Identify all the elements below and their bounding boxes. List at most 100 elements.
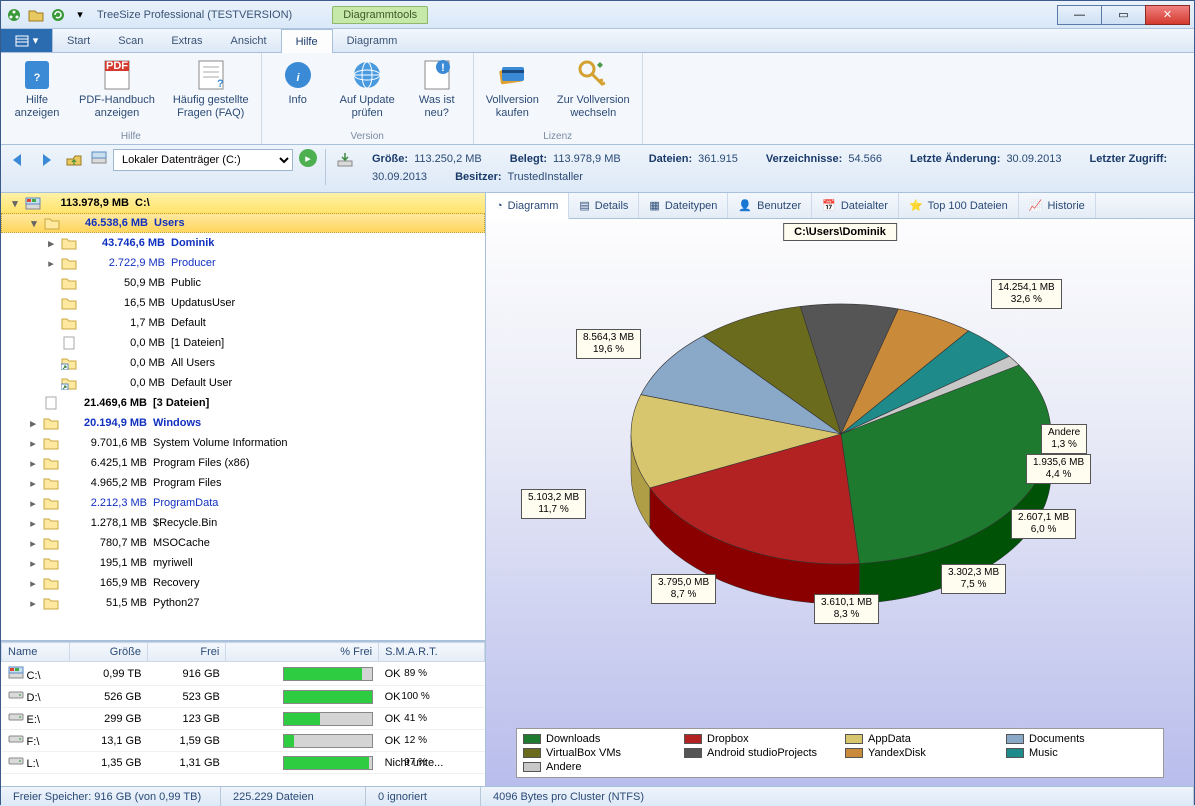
expand-icon[interactable]: ▸ <box>45 237 57 250</box>
hilfe-anzeigen-button[interactable]: ?Hilfeanzeigen <box>9 57 65 130</box>
legend-item[interactable]: Andere <box>523 761 674 773</box>
auf-update-button[interactable]: Auf Updateprüfen <box>336 57 399 130</box>
legend-item[interactable]: Dropbox <box>684 733 835 745</box>
qat-refresh-icon[interactable] <box>49 6 67 24</box>
drive-row[interactable]: E:\299 GB123 GB41 %OK <box>2 708 485 730</box>
legend-swatch <box>1006 734 1024 744</box>
back-button[interactable] <box>7 149 29 171</box>
was-ist-neu-button[interactable]: !Was istneu? <box>409 57 465 130</box>
tree-row[interactable]: ▸1.278,1 MB$Recycle.Bin <box>1 513 485 533</box>
legend-item[interactable]: Music <box>1006 747 1157 759</box>
pdf-handbuch-button[interactable]: PDFPDF-Handbuchanzeigen <box>75 57 159 130</box>
tree-row[interactable]: ▸9.701,6 MBSystem Volume Information <box>1 433 485 453</box>
drives-header[interactable]: S.M.A.R.T. <box>379 643 485 662</box>
legend-item[interactable]: AppData <box>845 733 996 745</box>
tree-row[interactable]: ▸4.965,2 MBProgram Files <box>1 473 485 493</box>
maximize-button[interactable]: ▭ <box>1101 5 1146 25</box>
tree-row[interactable]: ▸43.746,6 MBDominik <box>1 233 485 253</box>
legend-item[interactable]: Downloads <box>523 733 674 745</box>
expand-icon[interactable]: ▸ <box>27 417 39 430</box>
forward-button[interactable] <box>35 149 57 171</box>
expand-icon[interactable]: ▸ <box>27 517 39 530</box>
legend-item[interactable]: YandexDisk <box>845 747 996 759</box>
menu-tab-scan[interactable]: Scan <box>104 29 157 52</box>
menu-tab-ansicht[interactable]: Ansicht <box>217 29 281 52</box>
vollversion-kaufen-button[interactable]: Vollversionkaufen <box>482 57 543 130</box>
tree-row[interactable]: 1,7 MBDefault <box>1 313 485 333</box>
zur-vollversion-button[interactable]: Zur Vollversionwechseln <box>553 57 634 130</box>
folder-icon <box>61 236 77 250</box>
menu-tab-diagramm[interactable]: Diagramm <box>333 29 412 52</box>
up-button[interactable] <box>63 149 85 171</box>
tree-row[interactable]: 16,5 MBUpdatusUser <box>1 293 485 313</box>
directory-tree[interactable]: ▾113.978,9 MBC:\▾46.538,6 MBUsers ▸ 43.746… <box>1 193 485 641</box>
legend-item[interactable]: Android studioProjects <box>684 747 835 759</box>
tree-row[interactable]: ▸2.722,9 MBProducer <box>1 253 485 273</box>
folder-icon <box>43 476 59 490</box>
drive-row[interactable]: C:\0,99 TB916 GB89 %OK <box>2 662 485 686</box>
view-tab-dateitypen[interactable]: ▦Dateitypen <box>639 193 728 218</box>
info-button[interactable]: iInfo <box>270 57 326 130</box>
tree-row[interactable]: ▸165,9 MBRecovery <box>1 573 485 593</box>
drives-header[interactable]: % Frei <box>226 643 379 662</box>
tree-row[interactable]: 0,0 MBAll Users <box>1 353 485 373</box>
drive-row[interactable]: F:\13,1 GB1,59 GB12 %OK <box>2 730 485 752</box>
stat-key: Besitzer: <box>455 169 501 187</box>
expand-icon[interactable]: ▸ <box>27 497 39 510</box>
expand-icon[interactable]: ▸ <box>27 597 39 610</box>
tree-row[interactable]: ▸2.212,3 MBProgramData <box>1 493 485 513</box>
path-selector[interactable]: Lokaler Datenträger (C:) <box>113 149 293 171</box>
tree-row[interactable]: 0,0 MB[1 Dateien] <box>1 333 485 353</box>
expand-icon[interactable]: ▾ <box>9 197 21 210</box>
menu-tab-hilfe[interactable]: Hilfe <box>281 29 333 53</box>
expand-icon[interactable]: ▾ <box>28 217 40 230</box>
tree-row[interactable]: 50,9 MBPublic <box>1 273 485 293</box>
expand-icon[interactable]: ▸ <box>27 477 39 490</box>
qat-app-icon[interactable] <box>5 6 23 24</box>
view-tab-dateialter[interactable]: 📅Dateialter <box>812 193 899 218</box>
file-menu-button[interactable]: ▾ <box>1 29 53 52</box>
drives-header[interactable]: Frei <box>147 643 225 662</box>
view-tab-top-100-dateien[interactable]: ⭐Top 100 Dateien <box>899 193 1019 218</box>
tree-row[interactable]: 21.469,6 MB[3 Dateien] <box>1 393 485 413</box>
drives-table[interactable]: NameGrößeFrei% FreiS.M.A.R.T. C:\0,99 TB… <box>1 642 485 774</box>
drives-header[interactable]: Name <box>2 643 70 662</box>
tree-row[interactable]: 0,0 MBDefault User <box>1 373 485 393</box>
contextual-tab[interactable]: Diagrammtools <box>332 6 428 24</box>
legend-item[interactable]: VirtualBox VMs <box>523 747 674 759</box>
tree-row[interactable]: ▸20.194,9 MBWindows <box>1 413 485 433</box>
expand-icon[interactable]: ▸ <box>27 457 39 470</box>
expand-icon[interactable]: ▸ <box>27 537 39 550</box>
drives-header[interactable]: Größe <box>69 643 147 662</box>
qat-open-icon[interactable] <box>27 6 45 24</box>
tree-size: 43.746,6 MB <box>81 237 171 249</box>
menu-tab-extras[interactable]: Extras <box>157 29 216 52</box>
legend-item[interactable]: Documents <box>1006 733 1157 745</box>
faq-button[interactable]: ?Häufig gestellteFragen (FAQ) <box>169 57 253 130</box>
tree-row[interactable]: ▸780,7 MBMSOCache <box>1 533 485 553</box>
tree-row[interactable]: ▸51,5 MBPython27 <box>1 593 485 613</box>
view-tab-diagramm[interactable]: ◔Diagramm <box>486 193 569 219</box>
view-tab-historie[interactable]: 📈Historie <box>1019 193 1096 218</box>
close-button[interactable]: ✕ <box>1145 5 1190 25</box>
chart-data-label: 8.564,3 MB19,6 % <box>576 329 641 359</box>
tree-name: myriwell <box>153 557 193 569</box>
expand-icon[interactable]: ▸ <box>27 437 39 450</box>
tree-row[interactable]: ▸195,1 MBmyriwell <box>1 553 485 573</box>
expand-icon[interactable]: ▸ <box>27 577 39 590</box>
expand-icon[interactable]: ▸ <box>45 257 57 270</box>
tree-row[interactable]: ▸6.425,1 MBProgram Files (x86) <box>1 453 485 473</box>
minimize-button[interactable]: — <box>1057 5 1102 25</box>
tree-row[interactable]: ▾46.538,6 MBUsers <box>1 213 485 233</box>
view-tab-details[interactable]: ▤Details <box>569 193 639 218</box>
svg-text:?: ? <box>217 78 224 90</box>
drive-row[interactable]: D:\526 GB523 GB100 %OK <box>2 686 485 708</box>
expand-icon[interactable]: ▸ <box>27 557 39 570</box>
tree-row[interactable]: ▾113.978,9 MBC:\ <box>1 193 485 213</box>
drive-row[interactable]: L:\1,35 GB1,31 GB97 %Nicht unte... <box>2 752 485 774</box>
view-tab-benutzer[interactable]: 👤Benutzer <box>728 193 812 218</box>
go-button[interactable]: ▸ <box>299 149 317 167</box>
menu-tab-start[interactable]: Start <box>53 29 104 52</box>
qat-dropdown-icon[interactable]: ▾ <box>71 6 89 24</box>
refresh-scan-icon[interactable] <box>334 149 356 171</box>
